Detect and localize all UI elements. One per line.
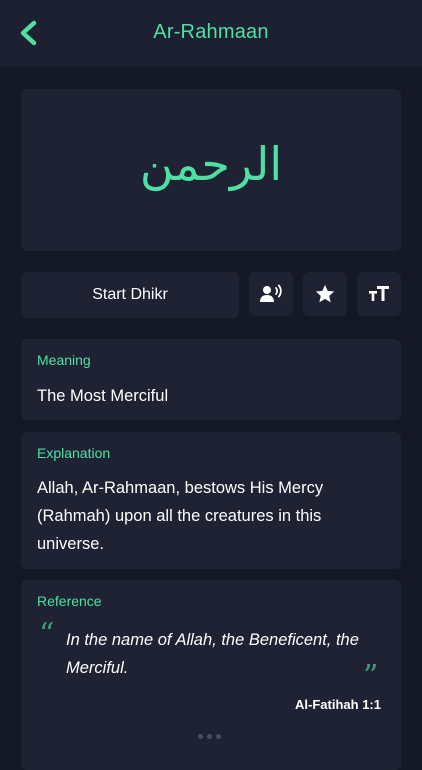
reference-source: Al-Fatihah 1:1: [295, 697, 381, 712]
dot: [198, 734, 203, 739]
explanation-label: Explanation: [37, 445, 111, 461]
close-quote-icon: ”: [363, 659, 379, 694]
more-indicator: [198, 734, 221, 739]
reference-label: Reference: [37, 593, 102, 609]
text-size-icon: [369, 286, 389, 301]
meaning-card: Meaning The Most Merciful: [21, 339, 401, 420]
arabic-name: الرحمن: [139, 137, 283, 191]
reference-card: Reference “ In the name of Allah, the Be…: [21, 580, 401, 770]
text-size-button[interactable]: [357, 272, 401, 316]
dot: [216, 734, 221, 739]
dot: [207, 734, 212, 739]
speak-icon: [260, 284, 282, 302]
speak-button[interactable]: [249, 272, 293, 316]
star-icon: [315, 284, 335, 303]
start-dhikr-button[interactable]: Start Dhikr: [21, 272, 239, 318]
open-quote-icon: “: [39, 617, 55, 652]
favorite-button[interactable]: [303, 272, 347, 316]
meaning-label: Meaning: [37, 352, 91, 368]
meaning-text: The Most Merciful: [37, 387, 169, 405]
explanation-text: Allah, Ar-Rahmaan, bestows His Mercy (Ra…: [37, 479, 324, 553]
page-title: Ar-Rahmaan: [153, 21, 269, 43]
reference-quote: In the name of Allah, the Beneficent, th…: [66, 631, 359, 677]
explanation-card: Explanation Allah, Ar-Rahmaan, bestows H…: [21, 432, 401, 569]
arabic-name-card: الرحمن: [21, 89, 401, 251]
top-bar: Ar-Rahmaan: [0, 0, 422, 67]
